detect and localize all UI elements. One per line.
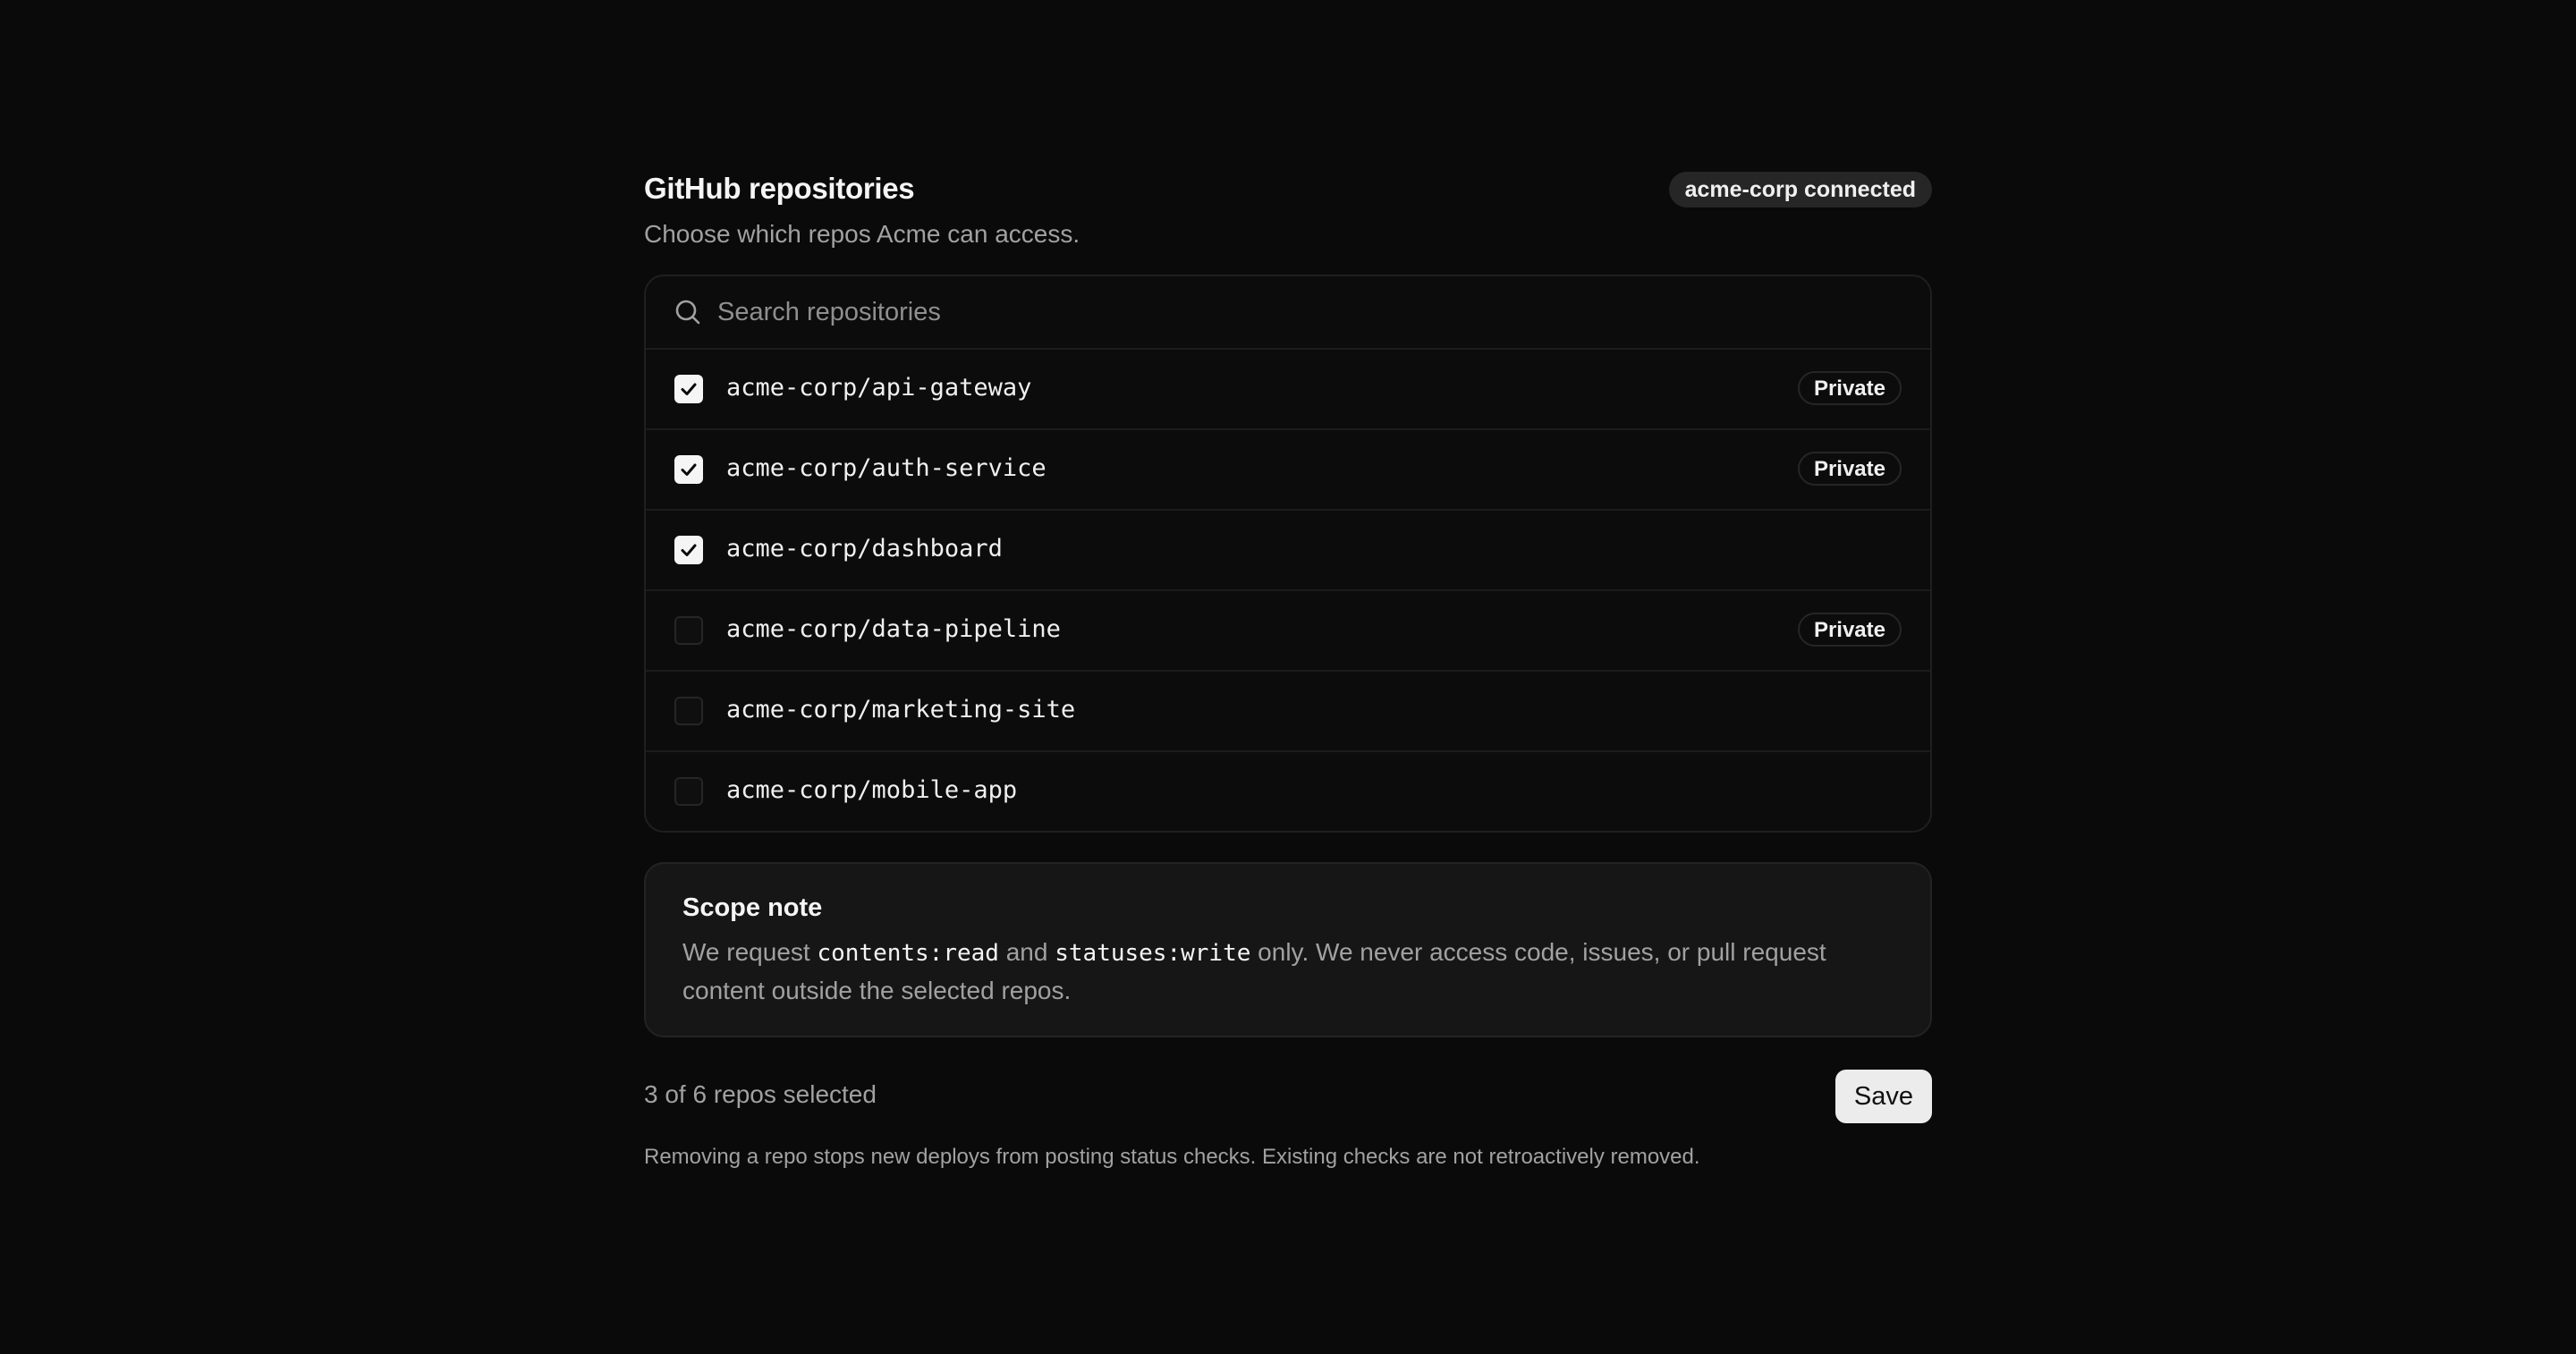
repo-checkbox[interactable] [674,616,703,645]
repo-list-box: acme-corp/api-gatewayPrivateacme-corp/au… [644,275,1932,833]
repo-checkbox[interactable] [674,697,703,725]
scope-code-statuses-write: statuses:write [1055,940,1251,967]
repo-checkbox[interactable] [674,455,703,484]
repo-checkbox[interactable] [674,536,703,564]
panel-header: GitHub repositories Choose which repos A… [644,170,1932,268]
footer-note: Removing a repo stops new deploys from p… [644,1145,1700,1169]
repo-name: acme-corp/dashboard [726,535,1003,563]
repo-list: acme-corp/api-gateway Private acme-corp/au… [646,350,1930,831]
repo-name: acme-corp/api-gateway [726,374,1032,402]
repo-checkbox[interactable] [674,777,703,806]
scope-text-part: We request [682,938,818,966]
selected-count: 3 of 6 repos selected [644,1080,877,1108]
private-badge: Private [1797,452,1902,486]
scope-note: Scope note We request contents:read and … [644,862,1932,1037]
check-icon [681,463,697,476]
footer-row: 3 of 6 repos selected Save [644,1070,1932,1123]
scope-text-part: and [998,938,1055,966]
save-button[interactable]: Save [1835,1070,1932,1123]
repo-row[interactable]: acme-corp/marketing-site [646,672,1930,752]
repo-row[interactable]: acme-corp/data-pipeline Private [646,591,1930,672]
repo-name: acme-corp/mobile-app [726,776,1018,804]
repo-name: acme-corp/auth-service [726,454,1046,482]
search-input[interactable] [716,289,1882,335]
private-badge: Private [1797,371,1902,405]
repo-row[interactable]: acme-corp/api-gateway Private [646,350,1930,430]
repo-row[interactable]: acme-corp/dashboard [646,511,1930,591]
private-badge: Private [1797,613,1902,647]
scope-note-title: Scope note [682,893,823,922]
repo-row[interactable]: acme-corp/mobile-app [646,752,1930,831]
check-icon [681,383,697,395]
scope-note-text: We request contents:read and statuses:wr… [682,934,1894,1010]
search-row [646,276,1930,350]
search-icon [674,299,701,326]
scope-code-contents-read: contents:read [817,940,999,967]
repo-name: acme-corp/data-pipeline [726,615,1061,643]
check-icon [681,544,697,556]
connected-badge: acme-corp connected [1668,172,1932,207]
repo-checkbox[interactable] [674,375,703,403]
page-title: GitHub repositories [644,172,915,205]
repo-name: acme-corp/marketing-site [726,696,1076,724]
github-repos-panel: GitHub repositories Choose which repos A… [644,170,1932,1170]
page-subtitle: Choose which repos Acme can access. [644,220,1080,248]
repo-row[interactable]: acme-corp/auth-service Private [646,430,1930,511]
